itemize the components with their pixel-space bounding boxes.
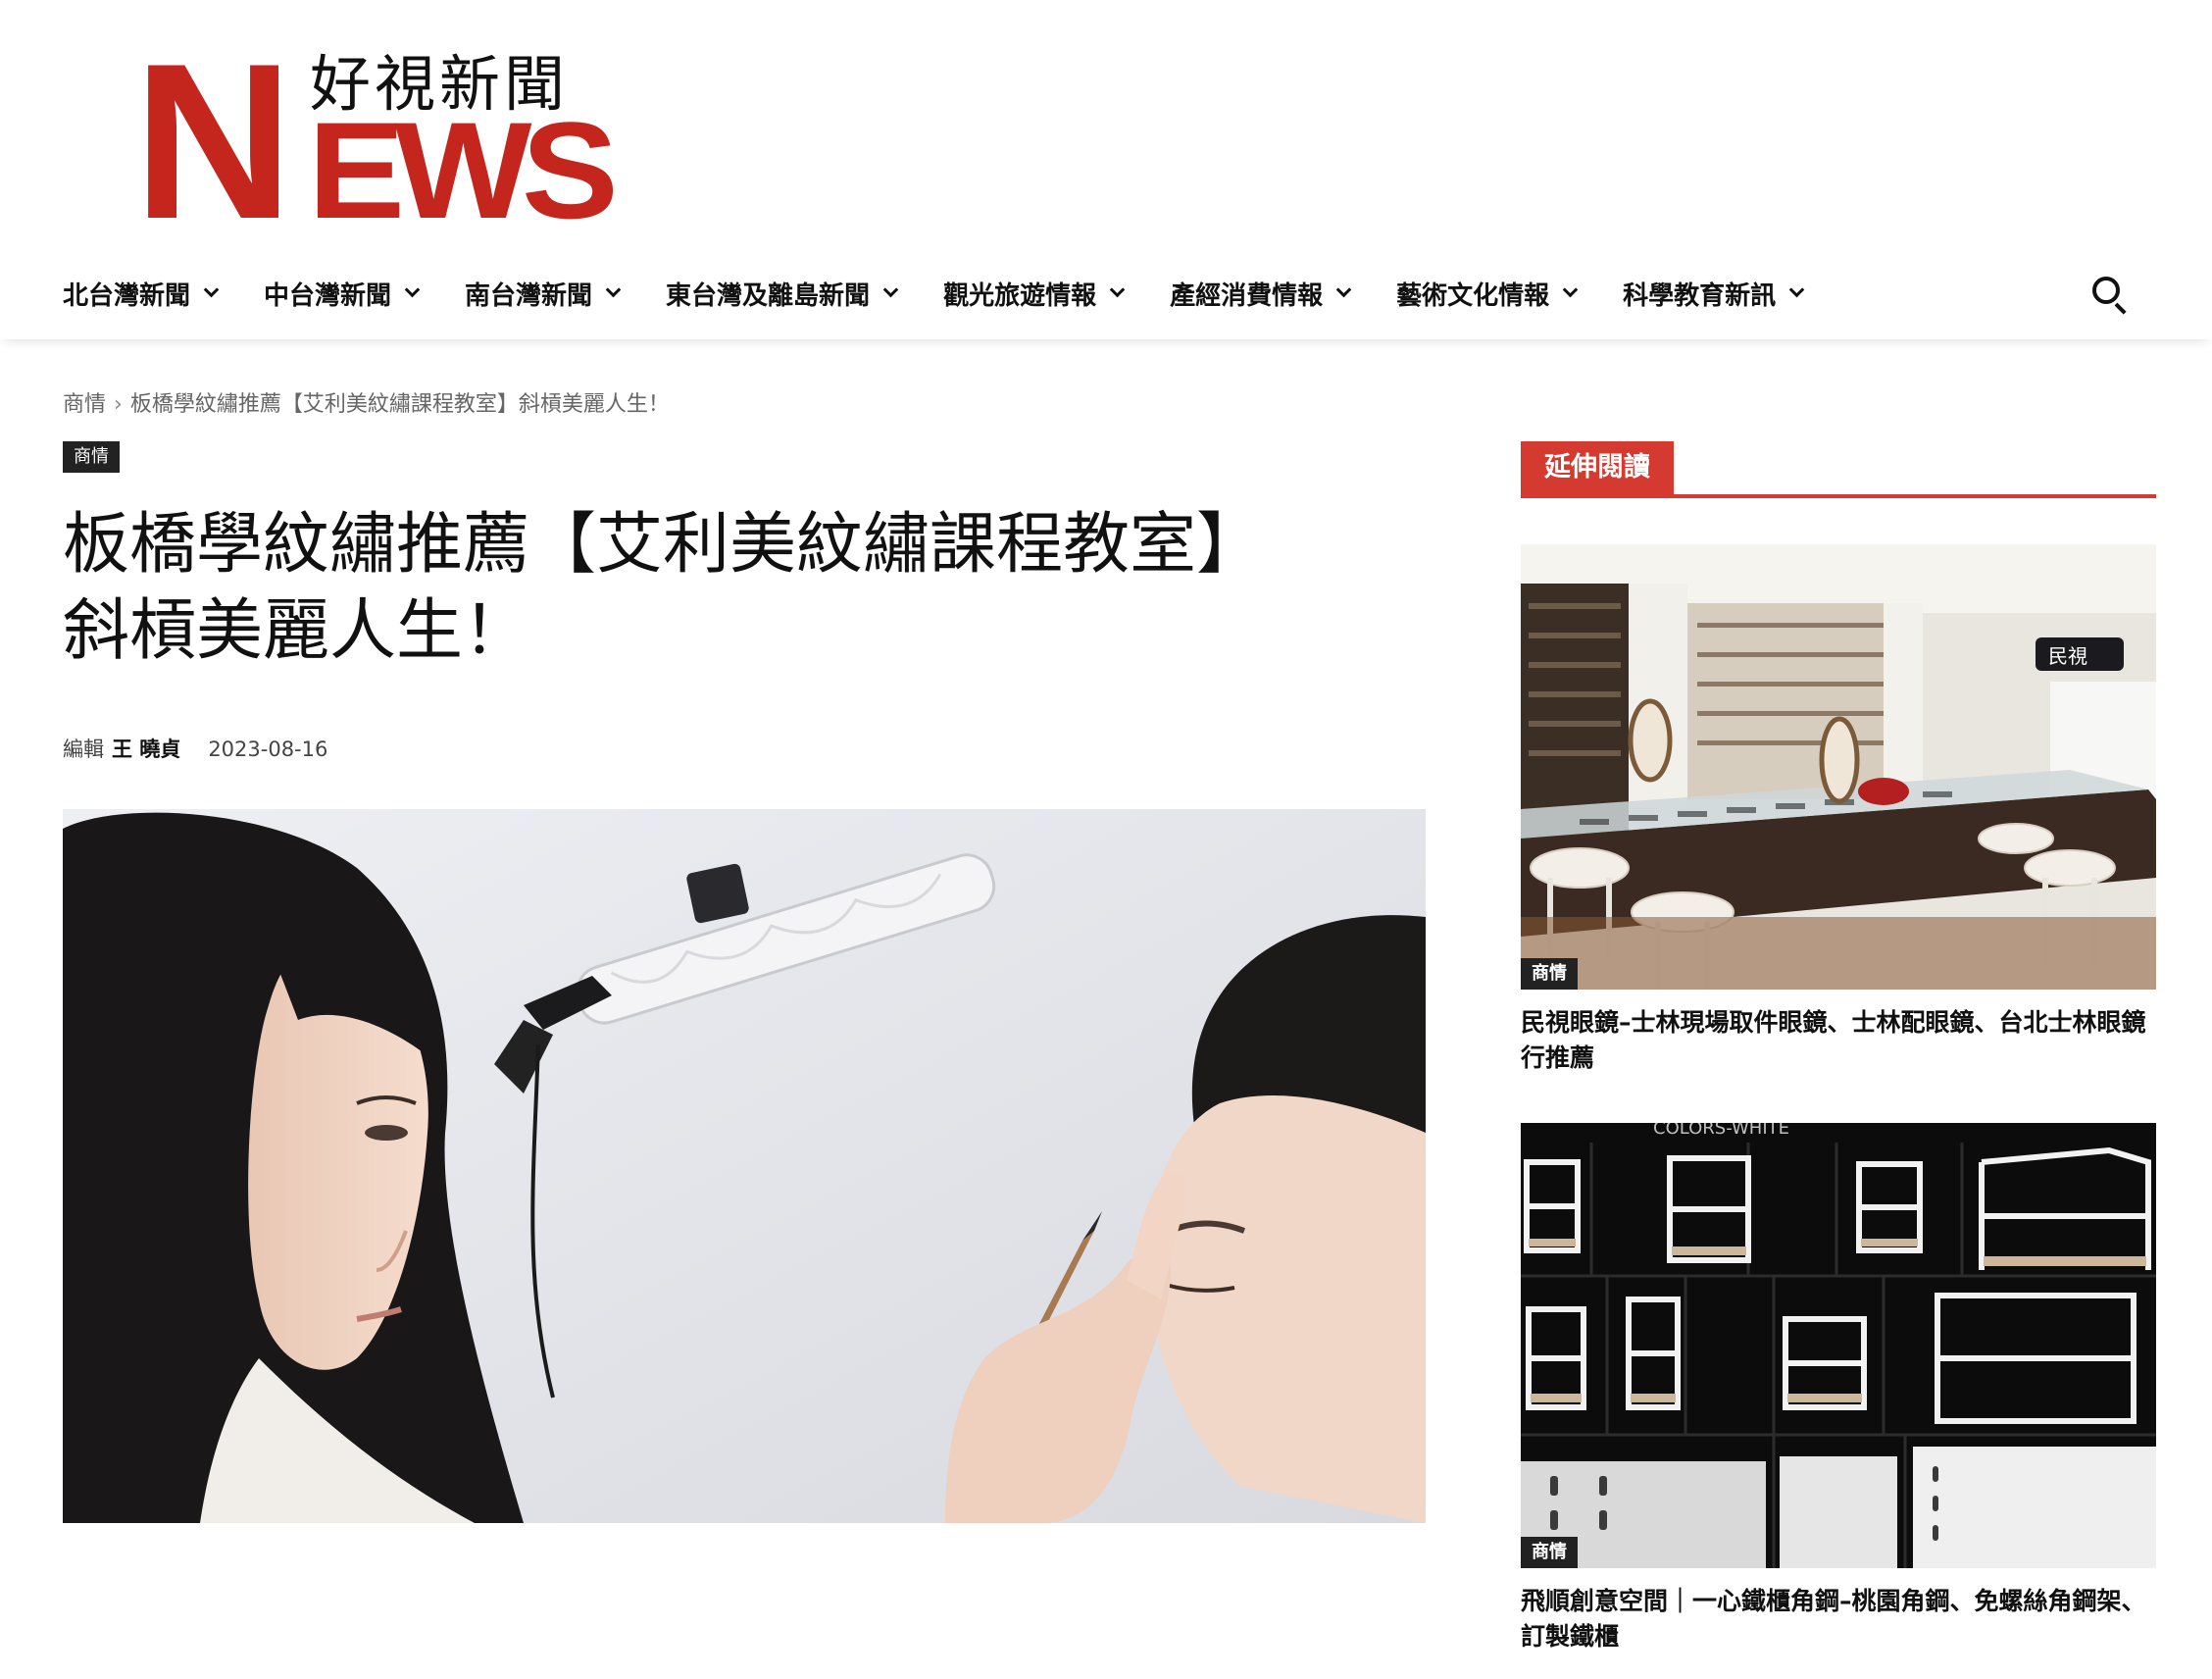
author-prefix: 編輯 <box>63 738 104 761</box>
nav-item-label: 南台灣新聞 <box>465 280 593 311</box>
search-icon <box>2092 277 2120 304</box>
related-reading-label: 延伸閱讀 <box>1521 441 1674 494</box>
nav-item-label: 北台灣新聞 <box>63 280 191 311</box>
nav-item-label: 科學教育新訊 <box>1623 280 1777 311</box>
related-article-card[interactable]: 民視 商情 民視眼鏡–士林現場取件眼鏡、士林配眼鏡、台北士林眼鏡行推薦 <box>1521 544 2156 1076</box>
nav-item-label: 藝術文化情報 <box>1396 280 1550 311</box>
thumbnail-category-badge[interactable]: 商情 <box>1521 958 1578 990</box>
featured-image-illustration <box>63 809 1426 1523</box>
nav-item-label: 東台灣及離島新聞 <box>666 280 871 311</box>
breadcrumb: 商情 › 板橋學紋繡推薦【艾利美紋繡課程教室】斜槓美麗人生！ <box>63 386 670 418</box>
related-article-card[interactable]: COLORS-WHITE 商情 飛順創意空間｜一心鐵櫃角鋼–桃園角鋼、免螺絲角鋼… <box>1521 1123 2156 1654</box>
nav-item-business[interactable]: 產經消費情報 <box>1170 276 1352 312</box>
related-article-thumbnail[interactable]: COLORS-WHITE 商情 <box>1521 1123 2156 1568</box>
chevron-down-icon <box>605 281 622 297</box>
breadcrumb-current: 板橋學紋繡推薦【艾利美紋繡課程教室】斜槓美麗人生！ <box>129 392 670 417</box>
related-article-title[interactable]: 民視眼鏡–士林現場取件眼鏡、士林配眼鏡、台北士林眼鏡行推薦 <box>1521 1005 2156 1076</box>
nav-item-north-taiwan[interactable]: 北台灣新聞 <box>63 276 220 312</box>
nav-item-east-taiwan-islands[interactable]: 東台灣及離島新聞 <box>666 276 899 312</box>
nav-item-label: 觀光旅遊情報 <box>943 280 1097 311</box>
main-navigation: 北台灣新聞 中台灣新聞 南台灣新聞 東台灣及離島新聞 觀光旅遊情報 產經消費情報… <box>0 247 2212 339</box>
site-logo[interactable]: N 好視新聞 EWS <box>133 17 619 265</box>
chevron-down-icon <box>1109 281 1126 297</box>
breadcrumb-link-category[interactable]: 商情 <box>63 392 106 417</box>
chevron-down-icon <box>404 281 421 297</box>
article-meta: 編輯 王 曉貞 2023-08-16 <box>63 734 327 763</box>
category-badge[interactable]: 商情 <box>63 441 120 473</box>
steel-shelving-collage: COLORS-WHITE <box>1521 1123 2156 1568</box>
nav-item-central-taiwan[interactable]: 中台灣新聞 <box>264 276 421 312</box>
author-name[interactable]: 王 曉貞 <box>112 734 180 763</box>
chevron-down-icon <box>203 281 220 297</box>
nav-item-label: 產經消費情報 <box>1170 280 1324 311</box>
nav-item-tourism[interactable]: 觀光旅遊情報 <box>943 276 1126 312</box>
collage-caption: COLORS-WHITE <box>1653 1123 1789 1139</box>
thumbnail-category-badge[interactable]: 商情 <box>1521 1537 1578 1568</box>
logo-letter-n: N <box>133 17 293 265</box>
publish-date: 2023-08-16 <box>208 738 328 761</box>
related-reading-heading: 延伸閱讀 <box>1521 441 2156 498</box>
article-title: 板橋學紋繡推薦【艾利美紋繡課程教室】 斜槓美麗人生！ <box>63 502 1435 675</box>
search-button[interactable] <box>2090 275 2130 315</box>
chevron-down-icon <box>1335 281 1352 297</box>
article-title-line-1: 板橋學紋繡推薦【艾利美紋繡課程教室】 <box>63 506 1264 584</box>
related-article-title[interactable]: 飛順創意空間｜一心鐵櫃角鋼–桃園角鋼、免螺絲角鋼架、訂製鐵櫃 <box>1521 1584 2156 1654</box>
nav-item-south-taiwan[interactable]: 南台灣新聞 <box>465 276 622 312</box>
article-featured-image <box>63 809 1426 1523</box>
store-sign-text: 民視 <box>2048 644 2087 668</box>
nav-item-science-education[interactable]: 科學教育新訊 <box>1623 276 1805 312</box>
search-icon-handle <box>2114 302 2127 315</box>
chevron-down-icon <box>1788 281 1805 297</box>
eyewear-store-photo: 民視 <box>1521 544 2156 990</box>
nav-menu: 北台灣新聞 中台灣新聞 南台灣新聞 東台灣及離島新聞 觀光旅遊情報 產經消費情報… <box>63 247 1849 339</box>
nav-item-label: 中台灣新聞 <box>264 280 392 311</box>
breadcrumb-separator: › <box>114 392 123 417</box>
related-article-thumbnail[interactable]: 民視 商情 <box>1521 544 2156 990</box>
article-title-line-2: 斜槓美麗人生！ <box>63 592 530 670</box>
logo-letters-ews: EWS <box>308 93 619 247</box>
chevron-down-icon <box>882 281 899 297</box>
chevron-down-icon <box>1562 281 1579 297</box>
nav-item-arts-culture[interactable]: 藝術文化情報 <box>1396 276 1579 312</box>
